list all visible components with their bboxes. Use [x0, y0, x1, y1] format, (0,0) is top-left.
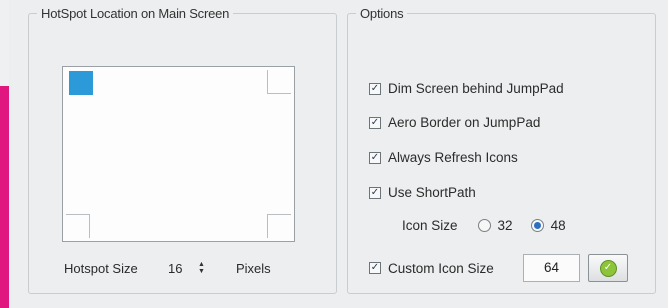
custom-icon-size-row: ✓ Custom Icon Size 64 ✓	[369, 254, 628, 282]
icon-size-48-option[interactable]: 48	[530, 218, 566, 233]
dim-screen-checkbox[interactable]: ✓	[369, 82, 381, 95]
aero-border-label: Aero Border on JumpPad	[388, 115, 541, 130]
always-refresh-checkbox[interactable]: ✓	[369, 151, 381, 164]
hotspot-size-value[interactable]: 16	[168, 261, 198, 276]
custom-icon-size-option[interactable]: ✓ Custom Icon Size	[369, 261, 523, 276]
icon-size-label: Icon Size	[402, 218, 458, 233]
hotspot-location-group: HotSpot Location on Main Screen Hotspot …	[28, 6, 337, 294]
hotspot-corner-top-right[interactable]	[267, 70, 291, 94]
hotspot-corner-bottom-left[interactable]	[66, 214, 90, 238]
always-refresh-label: Always Refresh Icons	[388, 150, 518, 165]
spin-down-icon[interactable]: ▼	[198, 268, 205, 275]
use-shortpath-checkbox[interactable]: ✓	[369, 186, 381, 199]
screen-preview	[62, 66, 295, 242]
aero-border-checkbox[interactable]: ✓	[369, 116, 381, 129]
icon-size-32-radio[interactable]	[477, 219, 491, 232]
hotspot-size-label: Hotspot Size	[64, 260, 138, 276]
hotspot-size-unit: Pixels	[236, 260, 271, 276]
checkmark-icon: ✓	[599, 259, 617, 277]
custom-icon-size-checkbox[interactable]: ✓	[369, 262, 381, 274]
custom-icon-size-input[interactable]: 64	[523, 254, 580, 282]
custom-icon-size-label: Custom Icon Size	[388, 260, 494, 276]
icon-size-32-label: 32	[497, 218, 513, 233]
dim-screen-label: Dim Screen behind JumpPad	[388, 81, 564, 96]
decorative-edge-strip	[0, 86, 9, 308]
hotspot-size-stepper[interactable]: 16 ▲ ▼	[168, 261, 232, 276]
options-group-title: Options	[360, 6, 404, 21]
aero-border-option[interactable]: ✓ Aero Border on JumpPad	[369, 115, 540, 130]
hotspot-corner-top-left[interactable]	[69, 71, 93, 95]
icon-size-48-label: 48	[550, 218, 566, 233]
hotspot-corner-bottom-right[interactable]	[267, 214, 291, 238]
hotspot-size-row: Hotspot Size 16 ▲ ▼ Pixels	[64, 257, 271, 279]
icon-size-row: Icon Size 32 48	[402, 218, 584, 233]
spin-arrows-icon[interactable]: ▲ ▼	[198, 261, 205, 275]
always-refresh-option[interactable]: ✓ Always Refresh Icons	[369, 150, 518, 165]
use-shortpath-label: Use ShortPath	[388, 185, 476, 200]
hotspot-group-title: HotSpot Location on Main Screen	[41, 6, 230, 21]
icon-size-32-option[interactable]: 32	[477, 218, 513, 233]
icon-size-48-radio[interactable]	[530, 219, 544, 232]
spin-up-icon[interactable]: ▲	[198, 261, 205, 268]
options-group: Options ✓ Dim Screen behind JumpPad ✓ Ae…	[347, 6, 656, 294]
use-shortpath-option[interactable]: ✓ Use ShortPath	[369, 185, 476, 200]
dim-screen-option[interactable]: ✓ Dim Screen behind JumpPad	[369, 81, 564, 96]
apply-custom-size-button[interactable]: ✓	[588, 254, 628, 282]
